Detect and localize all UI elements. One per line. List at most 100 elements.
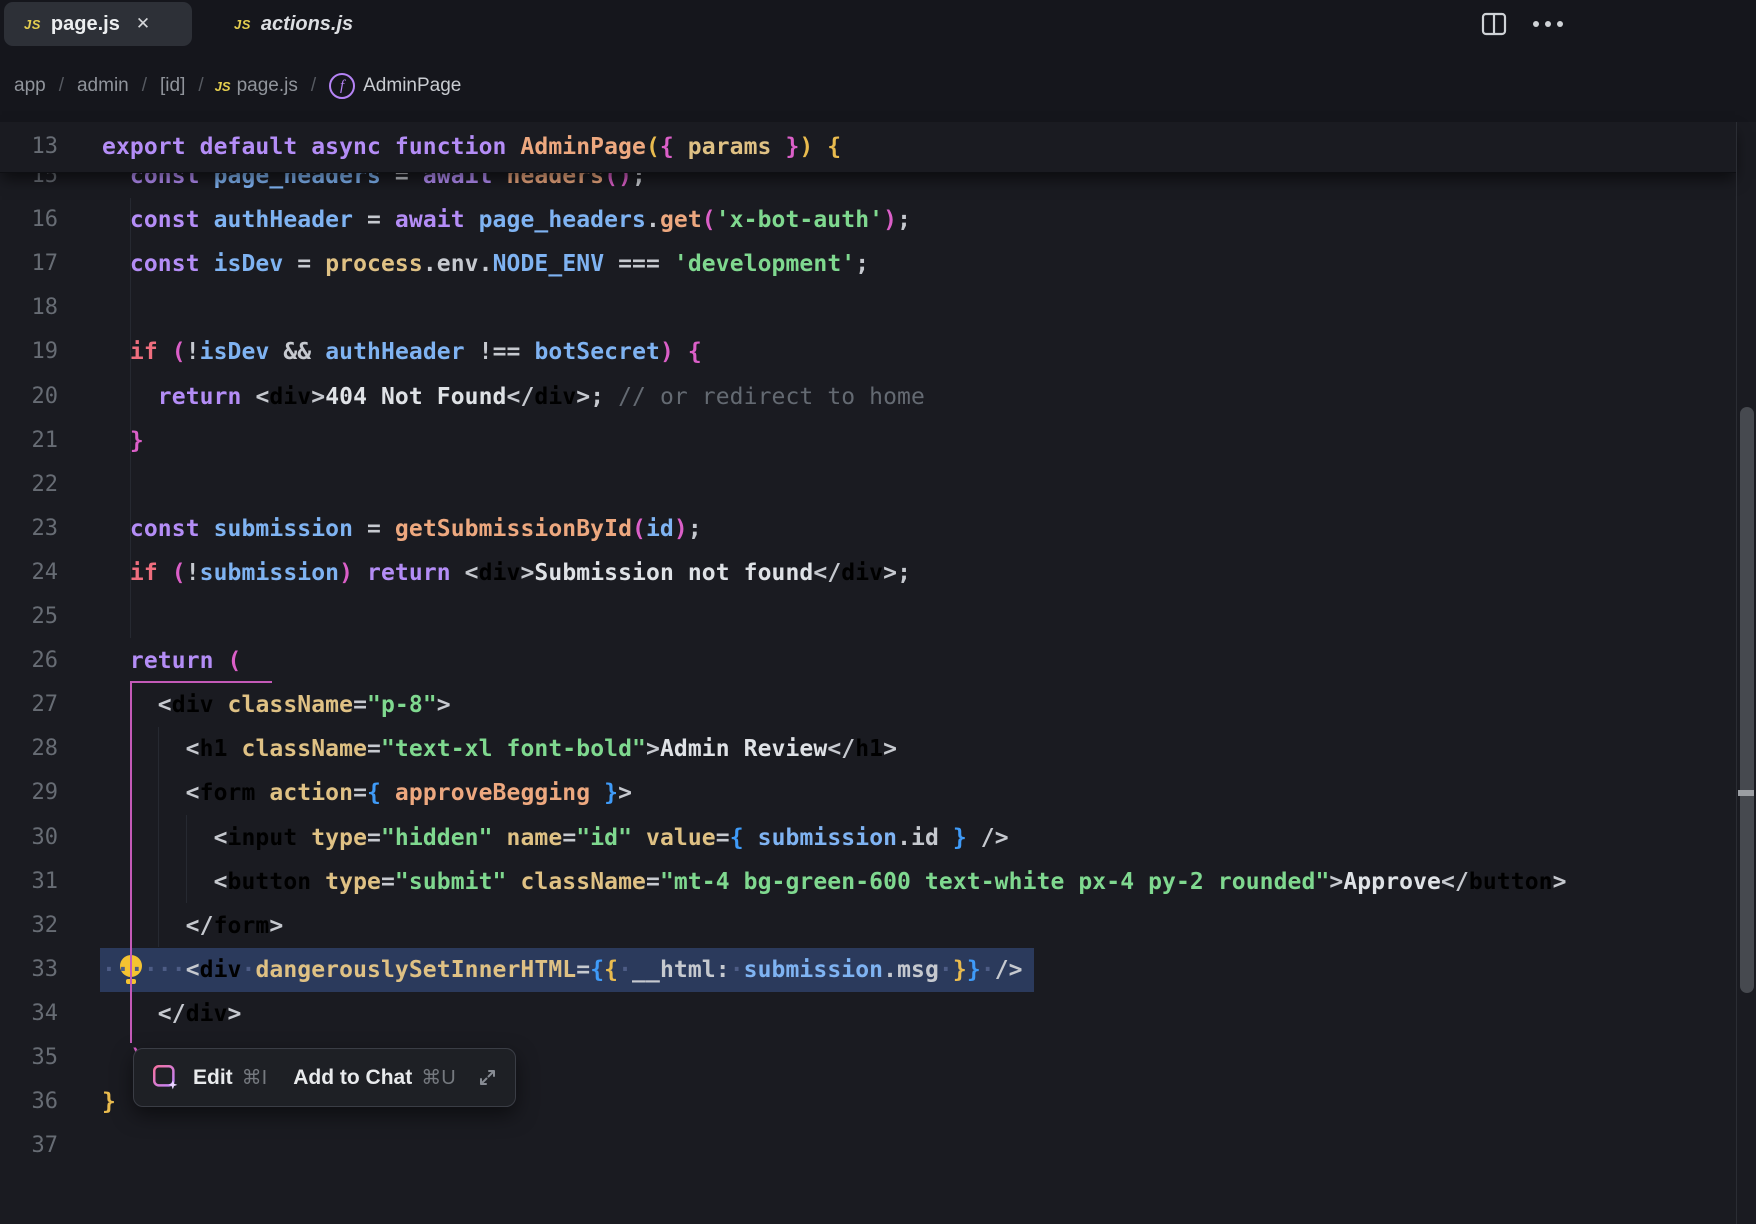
close-tab-icon[interactable]: ✕ (136, 14, 150, 34)
line-number-31[interactable]: 31 (0, 860, 58, 904)
code-line-21[interactable]: 21 } (0, 419, 1737, 463)
line-number-23[interactable]: 23 (0, 507, 58, 551)
line-number-34[interactable]: 34 (0, 992, 58, 1036)
more-actions-button[interactable] (1526, 8, 1570, 40)
code-text: const isDev = process.env.NODE_ENV === '… (102, 242, 869, 286)
code-line-29[interactable]: 29 <form action={ approveBegging }> (0, 771, 1737, 815)
code-line-33[interactable]: 33······<div·dangerouslySetInnerHTML={{·… (0, 948, 1737, 992)
line-number-17[interactable]: 17 (0, 242, 58, 286)
code-token: "hidden" (381, 825, 493, 851)
breadcrumb-item-admin[interactable]: admin (77, 75, 129, 97)
code-line-26[interactable]: 26 return ( (0, 639, 1737, 683)
code-line-27[interactable]: 27 <div className="p-8"> (0, 683, 1737, 727)
collapse-widget-button[interactable] (478, 1068, 497, 1087)
code-line-19[interactable]: 19 if (!isDev && authHeader !== botSecre… (0, 330, 1737, 374)
split-editor-button[interactable] (1478, 8, 1510, 40)
code-line-16[interactable]: 16 const authHeader = await page_headers… (0, 198, 1737, 242)
code-line-20[interactable]: 20 return <div>404 Not Found</div>; // o… (0, 375, 1737, 419)
scrollbar-thumb[interactable] (1740, 407, 1754, 993)
code-token: ( (632, 516, 646, 542)
code-token: { (688, 339, 702, 365)
code-token: .msg (883, 957, 939, 983)
code-token: ! (186, 560, 200, 586)
ai-edit-icon (152, 1064, 179, 1091)
code-line-25[interactable]: 25 (0, 595, 1737, 639)
code-token: ) (674, 516, 688, 542)
sticky-scope-header[interactable]: 13 export default async function AdminPa… (0, 122, 1737, 173)
collapse-icon (478, 1068, 497, 1087)
code-token: form (200, 780, 256, 806)
code-line-31[interactable]: 31 <button type="submit" className="mt-4… (0, 860, 1737, 904)
line-number-32[interactable]: 32 (0, 904, 58, 948)
tab-page-js[interactable]: JS page.js ✕ (4, 2, 192, 46)
code-line-24[interactable]: 24 if (!submission) return <div>Submissi… (0, 551, 1737, 595)
line-number-16[interactable]: 16 (0, 198, 58, 242)
line-number-24[interactable]: 24 (0, 551, 58, 595)
line-number-25[interactable]: 25 (0, 595, 58, 639)
code-token: } (130, 428, 144, 454)
code-token: < (255, 384, 269, 410)
code-token: . (646, 207, 660, 233)
code-token: >; (576, 384, 618, 410)
code-token (255, 780, 269, 806)
bracket-guide-horizontal (130, 681, 272, 683)
add-to-chat-button[interactable]: Add to Chat (293, 1066, 412, 1090)
code-token: "text-xl font-bold" (381, 736, 646, 762)
code-token: value (646, 825, 716, 851)
code-token: div (186, 1001, 228, 1027)
breadcrumb-item-app[interactable]: app (14, 75, 46, 97)
code-line-32[interactable]: 32 </form> (0, 904, 1737, 948)
line-number-33[interactable]: 33 (0, 948, 58, 992)
code-token: const (130, 516, 214, 542)
code-text: } (102, 419, 144, 463)
line-number-21[interactable]: 21 (0, 419, 58, 463)
line-number-18[interactable]: 18 (0, 286, 58, 330)
breadcrumb-separator: / (59, 75, 64, 97)
code-line-17[interactable]: 17 const isDev = process.env.NODE_ENV ==… (0, 242, 1737, 286)
line-number-37[interactable]: 37 (0, 1124, 58, 1168)
line-number-29[interactable]: 29 (0, 771, 58, 815)
breadcrumb-item-adminpage[interactable]: AdminPage (363, 75, 461, 97)
code-token: .id (897, 825, 953, 851)
breadcrumb-item-pagejs[interactable]: page.js (237, 75, 298, 97)
code-line-37[interactable]: 37 (0, 1124, 1737, 1168)
code-line-18[interactable]: 18 (0, 286, 1737, 330)
line-number-19[interactable]: 19 (0, 330, 58, 374)
code-token: ······ (102, 957, 186, 983)
ai-action-widget[interactable]: Edit ⌘I Add to Chat ⌘U (133, 1048, 516, 1107)
code-text: <h1 className="text-xl font-bold">Admin … (102, 727, 897, 771)
line-number-22[interactable]: 22 (0, 463, 58, 507)
line-number-20[interactable]: 20 (0, 375, 58, 419)
vertical-scrollbar[interactable] (1736, 122, 1756, 1224)
edit-button[interactable]: Edit (193, 1066, 233, 1090)
code-token: authHeader (214, 207, 353, 233)
code-token: button (228, 869, 312, 895)
line-number-27[interactable]: 27 (0, 683, 58, 727)
code-token: ( (702, 207, 716, 233)
code-token: return (158, 384, 256, 410)
code-token (507, 869, 521, 895)
code-line-34[interactable]: 34 </div> (0, 992, 1737, 1036)
code-token: ; (855, 251, 869, 277)
line-number-36[interactable]: 36 (0, 1080, 58, 1124)
code-token: AdminPage (520, 134, 646, 160)
line-number-28[interactable]: 28 (0, 727, 58, 771)
code-line-28[interactable]: 28 <h1 className="text-xl font-bold">Adm… (0, 727, 1737, 771)
line-number-26[interactable]: 26 (0, 639, 58, 683)
code-token (674, 339, 688, 365)
code-token: = (367, 825, 381, 851)
code-token: action (269, 780, 353, 806)
code-token: ) (660, 339, 674, 365)
code-token: = (283, 251, 325, 277)
code-line-30[interactable]: 30 <input type="hidden" name="id" value=… (0, 816, 1737, 860)
code-line-23[interactable]: 23 const submission = getSubmissionById(… (0, 507, 1737, 551)
tab-actions-js[interactable]: JS actions.js (214, 2, 404, 46)
code-token: h1 (855, 736, 883, 762)
code-token: { (604, 957, 618, 983)
code-line-22[interactable]: 22 (0, 463, 1737, 507)
code-token: === (604, 251, 674, 277)
breadcrumb-item-id[interactable]: [id] (160, 75, 185, 97)
line-number-30[interactable]: 30 (0, 816, 58, 860)
scrollbar-cursor-marker (1738, 790, 1754, 796)
line-number-35[interactable]: 35 (0, 1036, 58, 1080)
